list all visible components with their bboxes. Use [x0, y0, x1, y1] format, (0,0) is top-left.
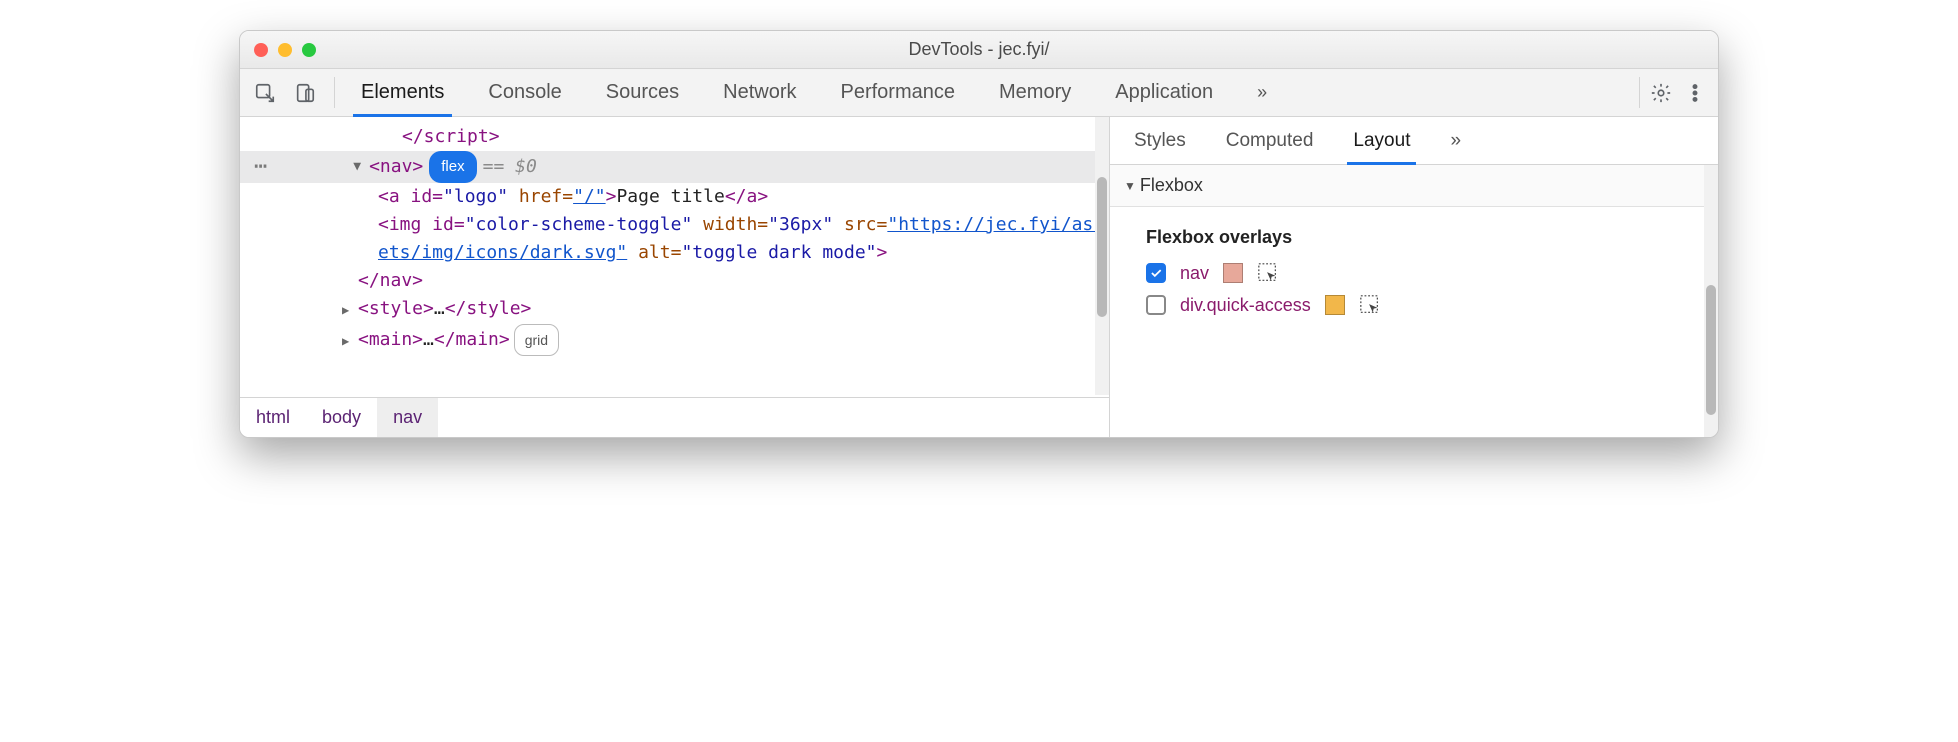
collapsed-caret-icon[interactable]: ▶ — [342, 296, 354, 324]
side-tabbar: Styles Computed Layout » — [1110, 117, 1718, 165]
tab-elements[interactable]: Elements — [339, 69, 466, 116]
dom-tree[interactable]: </script​> ⋯ ▼ <nav> flex == $0 <a id="l… — [240, 117, 1109, 397]
breadcrumb-body[interactable]: body — [306, 398, 377, 437]
overlay-row-nav: nav — [1146, 262, 1698, 284]
divider — [334, 77, 335, 108]
window-title: DevTools - jec.fyi/ — [240, 39, 1718, 60]
titlebar: DevTools - jec.fyi/ — [240, 31, 1718, 69]
overlay-color-swatch[interactable] — [1325, 295, 1345, 315]
dom-node-nav-close[interactable]: </nav> — [240, 267, 1109, 295]
window-controls — [254, 43, 316, 57]
subtab-computed[interactable]: Computed — [1206, 117, 1334, 164]
maximize-window-button[interactable] — [302, 43, 316, 57]
tab-console[interactable]: Console — [466, 69, 583, 116]
tab-application[interactable]: Application — [1093, 69, 1235, 116]
flex-badge[interactable]: flex — [429, 151, 476, 183]
divider — [1639, 77, 1640, 108]
elements-panel: </script​> ⋯ ▼ <nav> flex == $0 <a id="l… — [240, 117, 1110, 437]
overlays-title: Flexbox overlays — [1146, 227, 1698, 248]
selection-suffix: == $0 — [483, 153, 537, 181]
dom-node-nav-selected[interactable]: ⋯ ▼ <nav> flex == $0 — [240, 151, 1109, 183]
dom-node-style[interactable]: ▶<style>…</style> — [240, 295, 1109, 324]
tab-performance[interactable]: Performance — [819, 69, 978, 116]
collapsed-caret-icon[interactable]: ▶ — [342, 327, 354, 355]
ellipsis-icon[interactable]: ⋯ — [254, 153, 269, 181]
flexbox-section-header[interactable]: ▼Flexbox — [1110, 165, 1718, 207]
flexbox-section-body: Flexbox overlays nav div.quick-access — [1110, 207, 1718, 346]
dom-node-script-close[interactable]: </script​> — [240, 123, 1109, 151]
section-caret-icon: ▼ — [1124, 179, 1136, 193]
overlay-color-swatch[interactable] — [1223, 263, 1243, 283]
inspect-element-icon[interactable] — [248, 76, 282, 110]
dom-node-a[interactable]: <a id="logo" href="/">Page title</a> — [240, 183, 1109, 211]
device-toolbar-icon[interactable] — [288, 76, 322, 110]
close-window-button[interactable] — [254, 43, 268, 57]
overlay-checkbox[interactable] — [1146, 295, 1166, 315]
dom-node-main[interactable]: ▶<main>…</main>grid — [240, 324, 1109, 356]
reveal-element-icon[interactable] — [1359, 294, 1381, 316]
dom-node-img[interactable]: <img id="color-scheme-toggle" width="36p… — [240, 211, 1109, 267]
content-split: </script​> ⋯ ▼ <nav> flex == $0 <a id="l… — [240, 117, 1718, 437]
tag-nav: <nav> — [369, 153, 423, 181]
vertical-scrollbar[interactable] — [1095, 117, 1109, 395]
reveal-element-icon[interactable] — [1257, 262, 1279, 284]
settings-icon[interactable] — [1644, 76, 1678, 110]
subtabs-overflow-icon[interactable]: » — [1430, 117, 1481, 164]
breadcrumb-html[interactable]: html — [240, 398, 306, 437]
vertical-scrollbar[interactable] — [1704, 165, 1718, 437]
devtools-window: DevTools - jec.fyi/ Elements Console Sou… — [239, 30, 1719, 438]
expand-caret-icon[interactable]: ▼ — [353, 153, 361, 181]
minimize-window-button[interactable] — [278, 43, 292, 57]
overlay-label[interactable]: div.quick-access — [1180, 295, 1311, 316]
overlay-label[interactable]: nav — [1180, 263, 1209, 284]
overlay-row-quick-access: div.quick-access — [1146, 294, 1698, 316]
subtab-layout[interactable]: Layout — [1333, 117, 1430, 164]
breadcrumb: html body nav — [240, 397, 1109, 437]
grid-badge[interactable]: grid — [514, 324, 559, 356]
styles-panel: Styles Computed Layout » ▼Flexbox Flexbo… — [1110, 117, 1718, 437]
main-tabbar: Elements Console Sources Network Perform… — [240, 69, 1718, 117]
tab-memory[interactable]: Memory — [977, 69, 1093, 116]
tab-network[interactable]: Network — [701, 69, 818, 116]
kebab-menu-icon[interactable] — [1678, 76, 1712, 110]
breadcrumb-nav[interactable]: nav — [377, 398, 438, 437]
tab-sources[interactable]: Sources — [584, 69, 701, 116]
subtab-styles[interactable]: Styles — [1114, 117, 1206, 164]
tabs-overflow-icon[interactable]: » — [1235, 69, 1289, 116]
overlay-checkbox[interactable] — [1146, 263, 1166, 283]
